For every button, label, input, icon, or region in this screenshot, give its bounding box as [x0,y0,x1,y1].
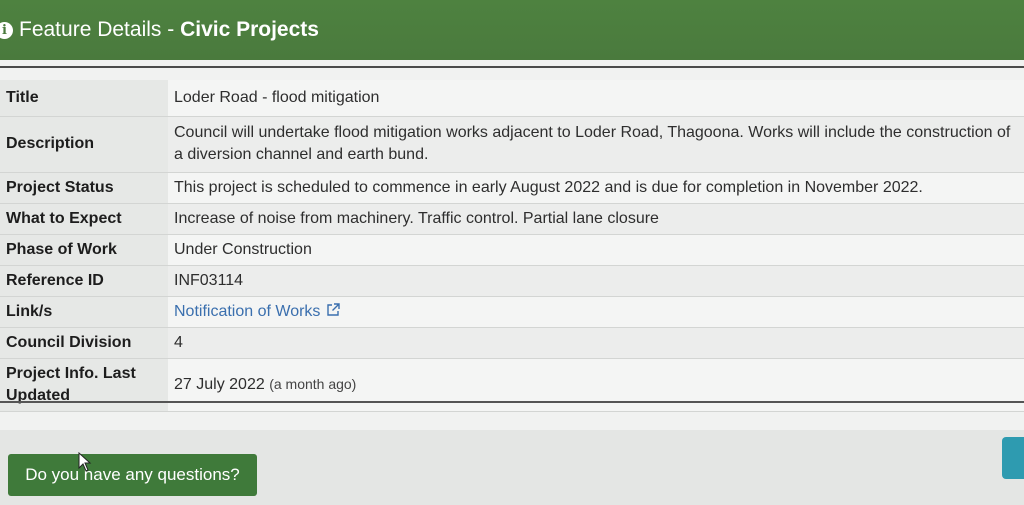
side-action-button[interactable] [1002,437,1024,479]
field-value: Increase of noise from machinery. Traffi… [168,203,1024,235]
field-value: 27 July 2022 (a month ago) [168,358,1024,412]
field-label: Phase of Work [0,234,168,266]
field-label: Project Info. Last Updated [0,358,168,412]
divider [0,401,1024,403]
panel-title-bold: Civic Projects [180,18,319,41]
field-label: Council Division [0,327,168,359]
feature-details-table: Title Loder Road - flood mitigation Desc… [0,80,1024,412]
table-row: Reference ID INF03114 [0,265,1024,297]
field-label: What to Expect [0,203,168,235]
field-label: Description [0,116,168,173]
field-label: Title [0,80,168,117]
panel-title-prefix: Feature Details - [19,18,181,41]
updated-date: 27 July 2022 [174,376,265,393]
field-label: Link/s [0,296,168,328]
field-value: Notification of Works [168,296,1024,328]
divider [0,66,1024,68]
panel-header: i Feature Details - Civic Projects [0,0,1024,60]
info-icon: i [0,21,13,39]
table-row: Council Division 4 [0,327,1024,359]
table-row: Project Status This project is scheduled… [0,172,1024,204]
field-value: Under Construction [168,234,1024,266]
field-label: Project Status [0,172,168,204]
panel-title: Feature Details - Civic Projects [19,18,319,42]
table-row: Phase of Work Under Construction [0,234,1024,266]
field-label: Reference ID [0,265,168,297]
mouse-cursor-icon [78,452,92,472]
field-value: Loder Road - flood mitigation [168,80,1024,117]
table-row: Description Council will undertake flood… [0,116,1024,173]
table-row: Project Info. Last Updated 27 July 2022 … [0,358,1024,412]
table-row: Link/s Notification of Works [0,296,1024,328]
field-value: This project is scheduled to commence in… [168,172,1024,204]
notification-of-works-link[interactable]: Notification of Works [174,303,320,320]
updated-relative: (a month ago) [269,376,357,392]
table-row: What to Expect Increase of noise from ma… [0,203,1024,235]
field-value: Council will undertake flood mitigation … [168,116,1024,173]
field-value: INF03114 [168,265,1024,297]
field-value: 4 [168,327,1024,359]
table-row: Title Loder Road - flood mitigation [0,80,1024,117]
external-link-icon[interactable] [326,302,341,317]
questions-button[interactable]: Do you have any questions? [8,454,257,496]
